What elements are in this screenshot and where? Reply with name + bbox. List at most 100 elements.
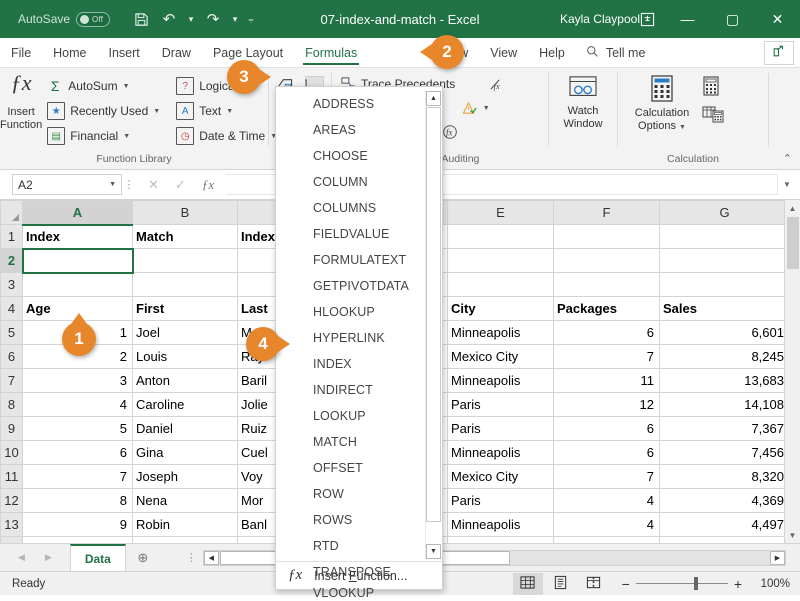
cell-f6[interactable]: 7	[554, 345, 660, 369]
cell-f8[interactable]: 12	[554, 393, 660, 417]
collapse-ribbon-icon[interactable]: ⌃	[783, 152, 792, 165]
cell-b5[interactable]: Joel	[133, 321, 238, 345]
undo-icon[interactable]: ↶	[156, 6, 182, 32]
menu-item-rtd[interactable]: RTD	[276, 533, 442, 559]
calculate-sheet-button[interactable]	[702, 105, 724, 128]
cell-g11[interactable]: 8,320	[660, 465, 790, 489]
cell-b10[interactable]: Gina	[133, 441, 238, 465]
row-header-9[interactable]: 9	[1, 417, 23, 441]
menu-item-fieldvalue[interactable]: FIELDVALUE	[276, 221, 442, 247]
cell-e3[interactable]	[448, 273, 554, 297]
cell-g9[interactable]: 7,367	[660, 417, 790, 441]
menu-item-areas[interactable]: AREAS	[276, 117, 442, 143]
redo-caret-icon[interactable]: ▾	[228, 6, 242, 32]
evaluate-formula-icon[interactable]: fx	[442, 124, 458, 140]
menu-item-row[interactable]: ROW	[276, 481, 442, 507]
zoom-in-button[interactable]: +	[734, 576, 742, 592]
scroll-down-icon[interactable]: ▼	[785, 527, 800, 543]
row-header-7[interactable]: 7	[1, 369, 23, 393]
cell-e10[interactable]: Minneapolis	[448, 441, 554, 465]
undo-caret-icon[interactable]: ▾	[184, 6, 198, 32]
menu-item-address[interactable]: ADDRESS	[276, 91, 442, 117]
recently-used-button[interactable]: ★ Recently Used ▼	[42, 99, 165, 123]
chevron-down-icon[interactable]: ▼	[483, 105, 490, 112]
formula-bar-grip[interactable]: ⋮	[122, 178, 136, 191]
cell-e5[interactable]: Minneapolis	[448, 321, 554, 345]
cell-a1[interactable]: Index	[23, 225, 133, 249]
row-header-3[interactable]: 3	[1, 273, 23, 297]
cell-f7[interactable]: 11	[554, 369, 660, 393]
tab-home[interactable]: Home	[42, 38, 97, 67]
share-button[interactable]	[764, 41, 794, 65]
cell-g10[interactable]: 7,456	[660, 441, 790, 465]
tab-formulas[interactable]: Formulas	[294, 38, 368, 67]
column-header-g[interactable]: G	[660, 201, 790, 225]
scroll-up-icon[interactable]: ▲	[426, 91, 441, 106]
autosave-switch[interactable]: Off	[76, 12, 110, 27]
cell-g14[interactable]: 1,211	[660, 537, 790, 544]
column-header-f[interactable]: F	[554, 201, 660, 225]
row-header-12[interactable]: 12	[1, 489, 23, 513]
cell-g8[interactable]: 14,108	[660, 393, 790, 417]
autosum-button[interactable]: Σ AutoSum ▼	[42, 74, 165, 98]
scroll-right-icon[interactable]: ▶	[770, 551, 785, 565]
menu-item-index[interactable]: INDEX	[276, 351, 442, 377]
zoom-slider-thumb[interactable]	[694, 577, 698, 590]
cell-g1[interactable]	[660, 225, 790, 249]
zoom-slider[interactable]	[636, 583, 728, 584]
row-header-6[interactable]: 6	[1, 345, 23, 369]
cell-a3[interactable]	[23, 273, 133, 297]
menu-item-hlookup[interactable]: HLOOKUP	[276, 299, 442, 325]
row-header-13[interactable]: 13	[1, 513, 23, 537]
menu-item-hyperlink[interactable]: HYPERLINK	[276, 325, 442, 351]
vertical-scrollbar[interactable]: ▲ ▼	[784, 200, 800, 543]
row-header-1[interactable]: 1	[1, 225, 23, 249]
financial-button[interactable]: ▤ Financial ▼	[42, 124, 165, 148]
scroll-down-icon[interactable]: ▼	[426, 544, 441, 559]
column-header-b[interactable]: B	[133, 201, 238, 225]
cell-e13[interactable]: Minneapolis	[448, 513, 554, 537]
chevron-down-icon[interactable]: ▼	[153, 108, 160, 115]
menu-item-rows[interactable]: ROWS	[276, 507, 442, 533]
cell-e7[interactable]: Minneapolis	[448, 369, 554, 393]
menu-item-lookup[interactable]: LOOKUP	[276, 403, 442, 429]
vertical-scroll-thumb[interactable]	[787, 217, 799, 269]
menu-item-columns[interactable]: COLUMNS	[276, 195, 442, 221]
cell-e2[interactable]	[448, 249, 554, 273]
cell-f13[interactable]: 4	[554, 513, 660, 537]
row-header-10[interactable]: 10	[1, 441, 23, 465]
cell-e4[interactable]: City	[448, 297, 554, 321]
cell-b7[interactable]: Anton	[133, 369, 238, 393]
cell-b1[interactable]: Match	[133, 225, 238, 249]
cell-a9[interactable]: 5	[23, 417, 133, 441]
menu-item-match[interactable]: MATCH	[276, 429, 442, 455]
row-header-4[interactable]: 4	[1, 297, 23, 321]
cell-a10[interactable]: 6	[23, 441, 133, 465]
cell-b8[interactable]: Caroline	[133, 393, 238, 417]
previous-sheet-icon[interactable]: ◀	[18, 552, 25, 563]
watch-window-button[interactable]: Watch Window	[554, 72, 612, 131]
cell-g2[interactable]	[660, 249, 790, 273]
scroll-up-icon[interactable]: ▲	[785, 200, 800, 216]
cell-f11[interactable]: 7	[554, 465, 660, 489]
add-sheet-icon[interactable]: ⊕	[126, 550, 160, 566]
cell-a12[interactable]: 8	[23, 489, 133, 513]
tell-me-box[interactable]: Tell me	[576, 38, 656, 67]
cell-b14[interactable]: Sofia	[133, 537, 238, 544]
cell-e9[interactable]: Paris	[448, 417, 554, 441]
cell-b11[interactable]: Joseph	[133, 465, 238, 489]
text-button[interactable]: A Text ▼	[171, 99, 282, 123]
save-icon[interactable]	[128, 6, 154, 32]
chevron-down-icon[interactable]: ▼	[679, 124, 686, 131]
cancel-icon[interactable]: ✕	[148, 177, 159, 193]
error-checking-icon[interactable]	[462, 100, 478, 116]
cell-f12[interactable]: 4	[554, 489, 660, 513]
show-formulas-icon[interactable]: fx	[487, 76, 503, 92]
next-sheet-icon[interactable]: ▶	[45, 552, 52, 563]
chevron-down-icon[interactable]: ▼	[226, 108, 233, 115]
tab-draw[interactable]: Draw	[151, 38, 202, 67]
cell-e6[interactable]: Mexico City	[448, 345, 554, 369]
restore-icon[interactable]: ▢	[710, 0, 755, 38]
date-time-button[interactable]: ◷ Date & Time ▼	[171, 124, 282, 148]
cell-f10[interactable]: 6	[554, 441, 660, 465]
